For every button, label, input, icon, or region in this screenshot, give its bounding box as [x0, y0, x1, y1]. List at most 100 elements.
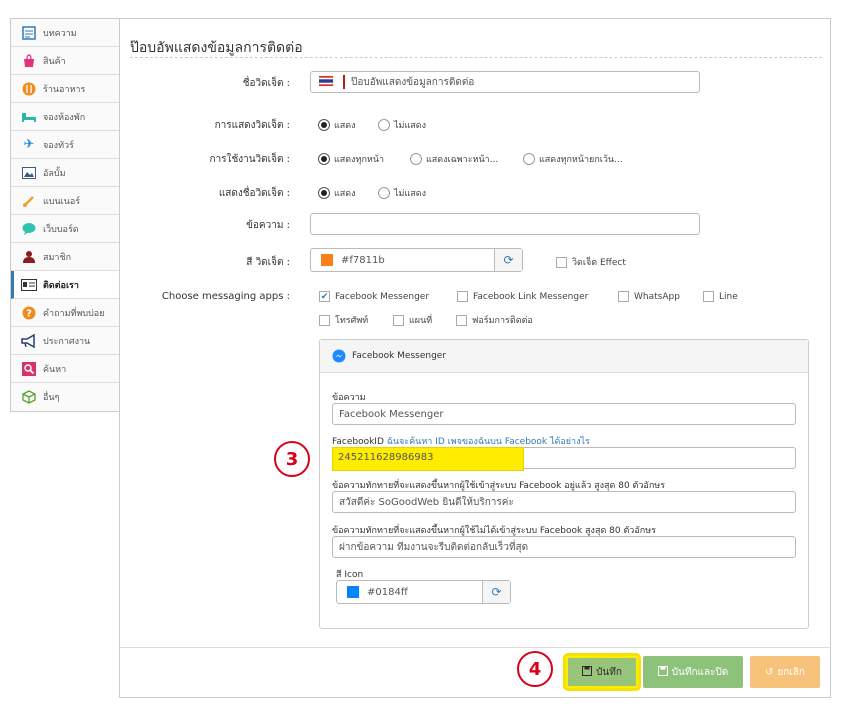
widget-effect-checkbox[interactable]: วิดเจ็ต Effect	[556, 255, 626, 269]
radio-label: แสดงทุกหน้ายกเว้น...	[539, 155, 623, 165]
app-phone-checkbox[interactable]: โทรศัพท์	[319, 313, 368, 327]
sidebar-item-banner[interactable]: แบนเนอร์	[11, 187, 121, 215]
sidebar-item-label: ร้านอาหาร	[43, 84, 86, 95]
usage-except-pages-radio[interactable]: แสดงทุกหน้ายกเว้น...	[523, 152, 623, 166]
message-input[interactable]	[310, 213, 700, 235]
cancel-button[interactable]: ↺ ยกเลิก	[750, 656, 820, 688]
messaging-apps-label: Choose messaging apps :	[161, 291, 290, 302]
sidebar-item-search[interactable]: ค้นหา	[11, 355, 121, 383]
checkbox-empty-icon	[319, 314, 330, 326]
messenger-message-label: ข้อความ	[332, 393, 366, 403]
chat-bubble-icon	[21, 221, 37, 237]
brush-icon	[21, 193, 37, 209]
messenger-message-input[interactable]: Facebook Messenger	[332, 403, 796, 425]
sidebar-item-label: อัลบั้ม	[43, 168, 66, 179]
user-icon	[21, 249, 37, 265]
sidebar-item-products[interactable]: สินค้า	[11, 47, 121, 75]
refresh-icon[interactable]: ⟳	[494, 249, 522, 271]
checkmark-icon: ✔	[319, 291, 330, 302]
checkbox-empty-icon	[457, 291, 468, 302]
checkbox-label: Line	[719, 291, 738, 302]
cube-icon	[21, 389, 37, 405]
icon-color-value: #0184ff	[367, 586, 408, 598]
app-contact-form-checkbox[interactable]: ฟอร์มการติดต่อ	[456, 313, 533, 327]
sidebar: บทความ สินค้า ร้านอาหาร จองห้องพัก ✈ จอง…	[10, 18, 122, 412]
sidebar-item-label: จองทัวร์	[43, 140, 74, 151]
sidebar-item-faq[interactable]: ? คำถามที่พบบ่อย	[11, 299, 121, 327]
app-map-checkbox[interactable]: แผนที่	[393, 313, 432, 327]
checkbox-label: ฟอร์มการติดต่อ	[472, 316, 533, 326]
widget-color-value: #f7811b	[341, 254, 385, 266]
greet-logout-label: ข้อความทักทายที่จะแสดงขึ้นหากผู้ใช้ไม่ได…	[332, 526, 656, 536]
radio-label: ไม่แสดง	[394, 121, 426, 131]
radio-label: แสดง	[334, 121, 356, 131]
show-name-show-radio[interactable]: แสดง	[318, 186, 356, 200]
checkbox-label: Facebook Link Messenger	[473, 291, 589, 302]
widget-name-label: ชื่อวิดเจ็ต :	[242, 78, 290, 89]
widget-form-panel: ป๊อบอัพแสดงข้อมูลการติดต่อ ชื่อวิดเจ็ต :…	[119, 18, 831, 698]
widget-color-label: สี วิดเจ็ต :	[246, 257, 290, 268]
app-line-checkbox[interactable]: Line	[703, 291, 738, 302]
title-divider	[130, 57, 822, 58]
svg-text:?: ?	[26, 308, 32, 319]
app-facebook-messenger-checkbox[interactable]: ✔ Facebook Messenger	[319, 291, 429, 302]
checkbox-label: วิดเจ็ต Effect	[572, 258, 626, 268]
sidebar-item-label: ประกาศงาน	[43, 336, 91, 347]
search-icon	[21, 361, 37, 377]
plane-icon: ✈	[23, 136, 35, 152]
checkbox-label: แผนที่	[409, 316, 433, 326]
show-name-hide-radio[interactable]: ไม่แสดง	[378, 186, 426, 200]
facebook-messenger-header: Facebook Messenger	[320, 340, 808, 373]
widget-color-input[interactable]: #f7811b ⟳	[310, 248, 523, 272]
greet-logout-value: ฝากข้อความ ทีมงานจะรีบติดต่อกลับเร็วที่ส…	[339, 541, 529, 553]
sidebar-item-members[interactable]: สมาชิก	[11, 243, 121, 271]
usage-specific-pages-radio[interactable]: แสดงเฉพาะหน้า...	[410, 152, 498, 166]
save-button[interactable]: บันทึก	[563, 653, 641, 691]
sidebar-item-contact[interactable]: ติดต่อเรา	[11, 271, 121, 299]
radio-selected-icon	[318, 187, 330, 199]
sidebar-item-album[interactable]: อัลบั้ม	[11, 159, 121, 187]
step-3-annotation: 3	[274, 441, 310, 477]
save-and-close-button[interactable]: บันทึกและปิด	[643, 656, 743, 688]
sidebar-item-others[interactable]: อื่นๆ	[11, 383, 121, 411]
page-title: ป๊อบอัพแสดงข้อมูลการติดต่อ	[130, 40, 303, 56]
checkbox-label: โทรศัพท์	[335, 316, 369, 326]
thai-flag-icon[interactable]	[319, 75, 345, 89]
app-whatsapp-checkbox[interactable]: WhatsApp	[618, 291, 680, 302]
sidebar-item-rooms[interactable]: จองห้องพัก	[11, 103, 121, 131]
icon-color-swatch[interactable]	[347, 586, 359, 598]
checkbox-label: Facebook Messenger	[335, 291, 430, 302]
megaphone-icon	[21, 333, 37, 349]
display-widget-show-radio[interactable]: แสดง	[318, 118, 356, 132]
greet-login-input[interactable]: สวัสดีค่ะ SoGoodWeb ยินดีให้บริการค่ะ	[332, 491, 796, 513]
sidebar-item-articles[interactable]: บทความ	[11, 19, 121, 47]
step-4-annotation: 4	[517, 651, 553, 687]
greet-logout-input[interactable]: ฝากข้อความ ทีมงานจะรีบติดต่อกลับเร็วที่ส…	[332, 536, 796, 558]
refresh-icon[interactable]: ⟳	[482, 581, 510, 603]
widget-name-input[interactable]: ป๊อบอัพแสดงข้อมูลการติดต่อ	[310, 71, 700, 93]
sidebar-item-restaurant[interactable]: ร้านอาหาร	[11, 75, 121, 103]
sidebar-item-tours[interactable]: ✈ จองทัวร์	[11, 131, 121, 159]
sidebar-item-label: ค้นหา	[43, 364, 67, 375]
facebook-id-label-text: FacebookID	[332, 437, 384, 447]
facebook-id-value: 245211628986983	[338, 452, 434, 463]
sidebar-item-jobs[interactable]: ประกาศงาน	[11, 327, 121, 355]
radio-label: แสดงเฉพาะหน้า...	[426, 155, 499, 165]
greet-login-value: สวัสดีค่ะ SoGoodWeb ยินดีให้บริการค่ะ	[339, 496, 514, 508]
widget-color-swatch[interactable]	[321, 254, 333, 266]
find-page-id-link[interactable]: ฉันจะค้นหา ID เพจของฉันบน Facebook ได้อย…	[387, 437, 590, 447]
greet-login-label: ข้อความทักทายที่จะแสดงขึ้นหากผู้ใช้เข้าส…	[332, 481, 666, 491]
sidebar-item-label: เว็บบอร์ด	[43, 224, 79, 235]
sidebar-item-webboard[interactable]: เว็บบอร์ด	[11, 215, 121, 243]
facebook-messenger-title: Facebook Messenger	[352, 351, 447, 361]
display-widget-hide-radio[interactable]: ไม่แสดง	[378, 118, 426, 132]
usage-label: การใช้งานวิดเจ็ต :	[209, 154, 290, 165]
shopping-bag-icon	[21, 53, 37, 69]
app-facebook-link-checkbox[interactable]: Facebook Link Messenger	[457, 291, 588, 302]
radio-label: แสดงทุกหน้า	[334, 155, 385, 165]
usage-all-pages-radio[interactable]: แสดงทุกหน้า	[318, 152, 384, 166]
icon-color-input[interactable]: #0184ff ⟳	[336, 580, 511, 604]
message-label: ข้อความ :	[246, 220, 290, 231]
cancel-button-label: ยกเลิก	[777, 666, 805, 678]
sidebar-item-label: อื่นๆ	[43, 393, 60, 403]
